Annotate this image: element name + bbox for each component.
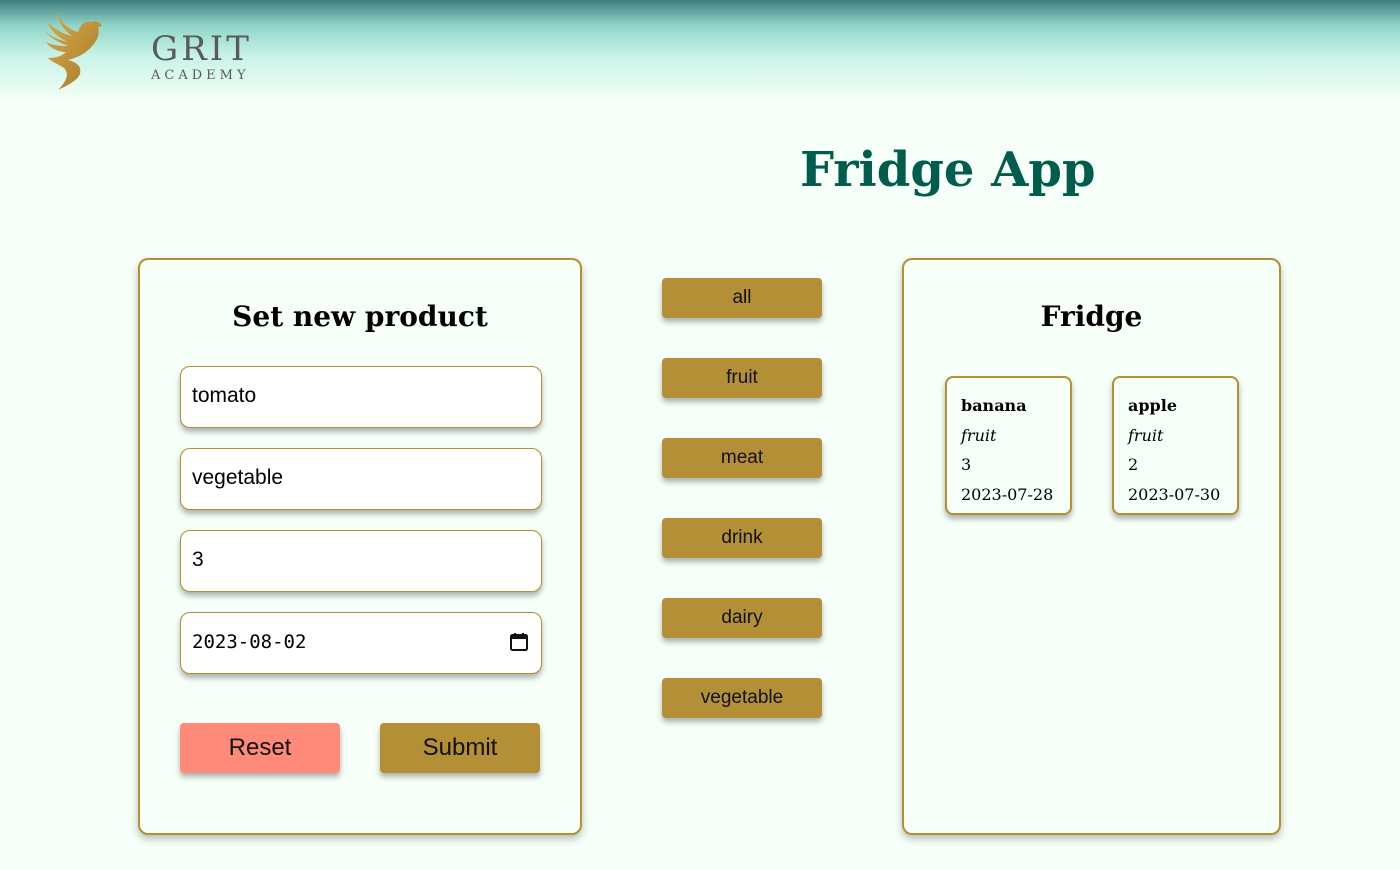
fridge-item-card[interactable]: apple fruit 2 2023-07-30 (1112, 376, 1239, 515)
logo-subtitle: ACADEMY (151, 68, 250, 83)
item-quantity: 3 (961, 455, 972, 474)
item-date: 2023-07-30 (1128, 484, 1221, 504)
filter-all-button[interactable]: all (662, 278, 822, 318)
product-name-input[interactable]: tomato (180, 366, 542, 428)
logo[interactable]: GRIT ACADEMY (40, 10, 249, 92)
filter-dairy-button[interactable]: dairy (662, 598, 822, 638)
reset-button[interactable]: Reset (180, 723, 340, 773)
item-date: 2023-07-28 (961, 484, 1054, 504)
header: GRIT ACADEMY (0, 0, 1400, 100)
fridge-panel: Fridge banana fruit 3 2023-07-28 apple f… (902, 258, 1281, 835)
fridge-heading: Fridge (1040, 300, 1143, 333)
form-heading: Set new product (232, 300, 488, 333)
item-name: banana (961, 396, 1027, 415)
item-category: fruit (961, 425, 997, 445)
phoenix-icon (44, 12, 102, 90)
date-value: 2023-08-02 (192, 631, 307, 653)
item-name: apple (1128, 396, 1177, 415)
filter-meat-button[interactable]: meat (662, 438, 822, 478)
product-category-input[interactable]: vegetable (180, 448, 542, 510)
filter-drink-button[interactable]: drink (662, 518, 822, 558)
fridge-item-card[interactable]: banana fruit 3 2023-07-28 (945, 376, 1072, 515)
filter-vegetable-button[interactable]: vegetable (662, 678, 822, 718)
product-quantity-input[interactable]: 3 (180, 530, 542, 592)
item-quantity: 2 (1128, 455, 1139, 474)
item-category: fruit (1128, 425, 1164, 445)
submit-button[interactable]: Submit (380, 723, 540, 773)
calendar-icon[interactable] (509, 632, 529, 652)
filter-fruit-button[interactable]: fruit (662, 358, 822, 398)
new-product-form: Set new product tomato vegetable 3 2023-… (138, 258, 582, 835)
logo-brand: GRIT (151, 29, 252, 69)
product-date-input[interactable]: 2023-08-02 (180, 612, 542, 674)
page-title: Fridge App (800, 142, 1096, 198)
